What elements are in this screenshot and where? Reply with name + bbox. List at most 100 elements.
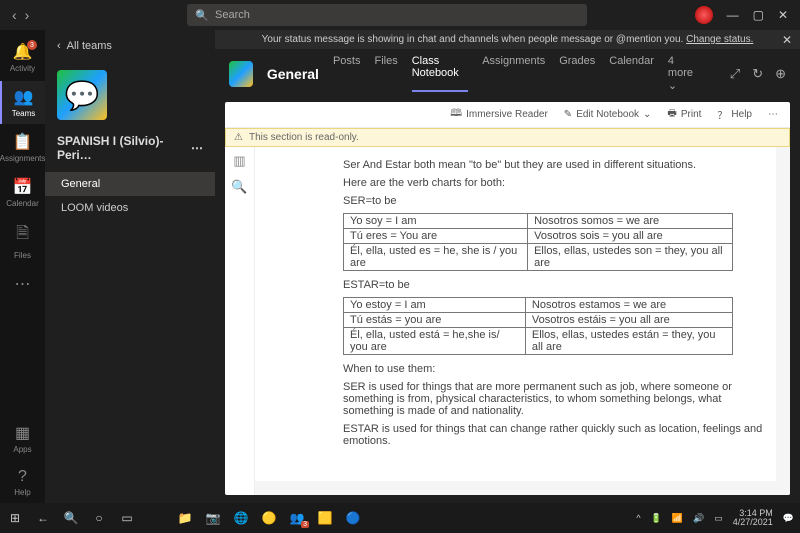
help-icon: ? (18, 468, 27, 486)
table-title: ESTAR=to be (343, 279, 768, 291)
status-close-icon[interactable]: ✕ (782, 33, 792, 47)
warning-icon: ⚠ (234, 132, 243, 143)
readonly-banner: ⚠ This section is read-only. (225, 128, 790, 147)
notifications-icon[interactable]: 💬 (783, 513, 794, 524)
camera-icon[interactable]: 📷 (204, 509, 222, 527)
status-text: Your status message is showing in chat a… (262, 34, 686, 45)
assignments-icon: 📋 (13, 132, 33, 152)
tray-up-icon[interactable]: ^ (636, 513, 640, 523)
avatar[interactable] (695, 6, 713, 24)
channel-tabs: Posts Files Class Notebook Assignments G… (333, 55, 702, 92)
calendar-icon: 📅 (13, 177, 33, 197)
volume-icon[interactable]: 🔊 (693, 513, 704, 524)
rail-label: Files (14, 251, 31, 260)
chevron-down-icon: ⌄ (643, 109, 651, 120)
tab-grades[interactable]: Grades (559, 55, 595, 92)
rail-apps[interactable]: ▦ Apps (0, 417, 45, 460)
search-input[interactable]: 🔍 Search (187, 4, 587, 26)
explorer-icon[interactable]: 📁 (176, 509, 194, 527)
cell: Ellos, ellas, ustedes están = they, you … (525, 328, 732, 355)
app-icon[interactable]: 🔵 (344, 509, 362, 527)
cell: Él, ella, usted está = he,she is/ you ar… (344, 328, 526, 355)
refresh-icon[interactable]: ↻ (752, 66, 763, 82)
back-label: All teams (67, 40, 112, 52)
battery-icon[interactable]: 🔋 (651, 513, 662, 524)
language-icon[interactable]: ▭ (714, 513, 723, 524)
rail-activity[interactable]: 3 🔔 Activity (0, 36, 45, 79)
paragraph: When to use them: (343, 363, 768, 375)
search-icon[interactable]: 🔍 (62, 509, 80, 527)
chrome-icon[interactable]: 🟡 (260, 509, 278, 527)
scrollbar-vertical[interactable] (776, 147, 790, 481)
print-icon: 🖶 (667, 106, 676, 123)
cell: Yo soy = I am (344, 214, 528, 229)
files-icon: 🗎 (16, 222, 29, 249)
search-icon: 🔍 (195, 9, 209, 22)
forward-icon[interactable]: › (25, 7, 30, 23)
tab-class-notebook[interactable]: Class Notebook (412, 55, 469, 92)
notebook-toolbar: 🕮Immersive Reader ✎Edit Notebook ⌄ 🖶 Prin… (225, 102, 790, 128)
tab-more[interactable]: 4 more ⌄ (668, 55, 702, 92)
back-all-teams[interactable]: ‹ All teams (45, 30, 215, 62)
pencil-icon: ✎ (564, 109, 572, 120)
wifi-icon[interactable]: 📶 (672, 513, 683, 524)
start-icon[interactable]: ⊞ (6, 509, 24, 527)
cell: Vosotros estáis = you all are (525, 313, 732, 328)
help-button[interactable]: ？Help (717, 107, 752, 122)
tab-posts[interactable]: Posts (333, 55, 361, 92)
chevron-down-icon: ⌄ (668, 80, 677, 92)
sections-icon[interactable]: ▥ (233, 153, 245, 169)
immersive-reader-button[interactable]: 🕮Immersive Reader (450, 106, 548, 123)
help-icon: ？ (717, 107, 727, 122)
rail-label: Help (14, 488, 30, 497)
rail-more[interactable]: ⋯ (0, 268, 45, 302)
edit-notebook-button[interactable]: ✎Edit Notebook ⌄ (564, 109, 652, 120)
back-icon[interactable]: ← (34, 509, 52, 527)
estar-table: Yo estoy = I amNosotros estamos = we are… (343, 297, 733, 355)
globe-icon[interactable]: ⊕ (775, 66, 786, 82)
taskview-icon[interactable]: ▭ (118, 509, 136, 527)
app-icon[interactable]: 🟨 (316, 509, 334, 527)
teams-taskbar-icon[interactable]: 👥3 (288, 509, 306, 527)
rail-calendar[interactable]: 📅 Calendar (0, 171, 45, 214)
page-content: Ser And Estar both mean "to be" but they… (255, 147, 790, 495)
channel-header: General Posts Files Class Notebook Assig… (215, 49, 800, 98)
more-button[interactable]: ⋯ (768, 109, 778, 120)
table-title: SER=to be (343, 195, 768, 207)
onenote-frame: 🕮Immersive Reader ✎Edit Notebook ⌄ 🖶 Prin… (225, 102, 790, 495)
toolbar-label: Print (681, 109, 702, 120)
team-name-row[interactable]: SPANISH I (Silvio)-Peri… ⋯ (45, 128, 215, 172)
maximize-icon[interactable]: ▢ (753, 8, 764, 22)
rail-assignments[interactable]: 📋 Assignments (0, 126, 45, 169)
more-icon: ⋯ (15, 274, 31, 294)
app-rail: 3 🔔 Activity 👥 Teams 📋 Assignments 📅 Cal… (0, 30, 45, 503)
change-status-link[interactable]: Change status. (686, 34, 753, 45)
clock[interactable]: 3:14 PM 4/27/2021 (733, 509, 773, 527)
paragraph: Here are the verb charts for both: (343, 177, 768, 189)
paragraph: Ser And Estar both mean "to be" but they… (343, 159, 768, 171)
minimize-icon[interactable]: — (727, 8, 739, 22)
scrollbar-horizontal[interactable] (255, 481, 790, 495)
rail-teams[interactable]: 👥 Teams (0, 81, 45, 124)
expand-icon[interactable]: ⤢ (730, 66, 740, 82)
channel-general[interactable]: General (45, 172, 215, 196)
cell: Ellos, ellas, ustedes son = they, you al… (528, 244, 733, 271)
edge-icon[interactable]: 🌐 (232, 509, 250, 527)
team-panel: ‹ All teams 💬 SPANISH I (Silvio)-Peri… ⋯… (45, 30, 215, 503)
back-icon[interactable]: ‹ (12, 7, 17, 23)
close-icon[interactable]: ✕ (778, 8, 788, 22)
rail-help[interactable]: ? Help (0, 462, 45, 503)
more-icon[interactable]: ⋯ (191, 141, 203, 155)
search-icon[interactable]: 🔍 (231, 179, 247, 195)
rail-label: Assignments (0, 154, 45, 163)
channel-title: General (267, 66, 319, 82)
rail-files[interactable]: 🗎 Files (0, 216, 45, 266)
tab-files[interactable]: Files (374, 55, 397, 92)
channel-loom[interactable]: LOOM videos (45, 196, 215, 220)
tab-calendar[interactable]: Calendar (609, 55, 654, 92)
team-tile[interactable]: 💬 (45, 62, 215, 128)
tab-assignments[interactable]: Assignments (482, 55, 545, 92)
teams-icon: 👥 (14, 87, 34, 107)
cortana-icon[interactable]: ○ (90, 509, 108, 527)
print-button[interactable]: 🖶 Print (667, 106, 701, 123)
